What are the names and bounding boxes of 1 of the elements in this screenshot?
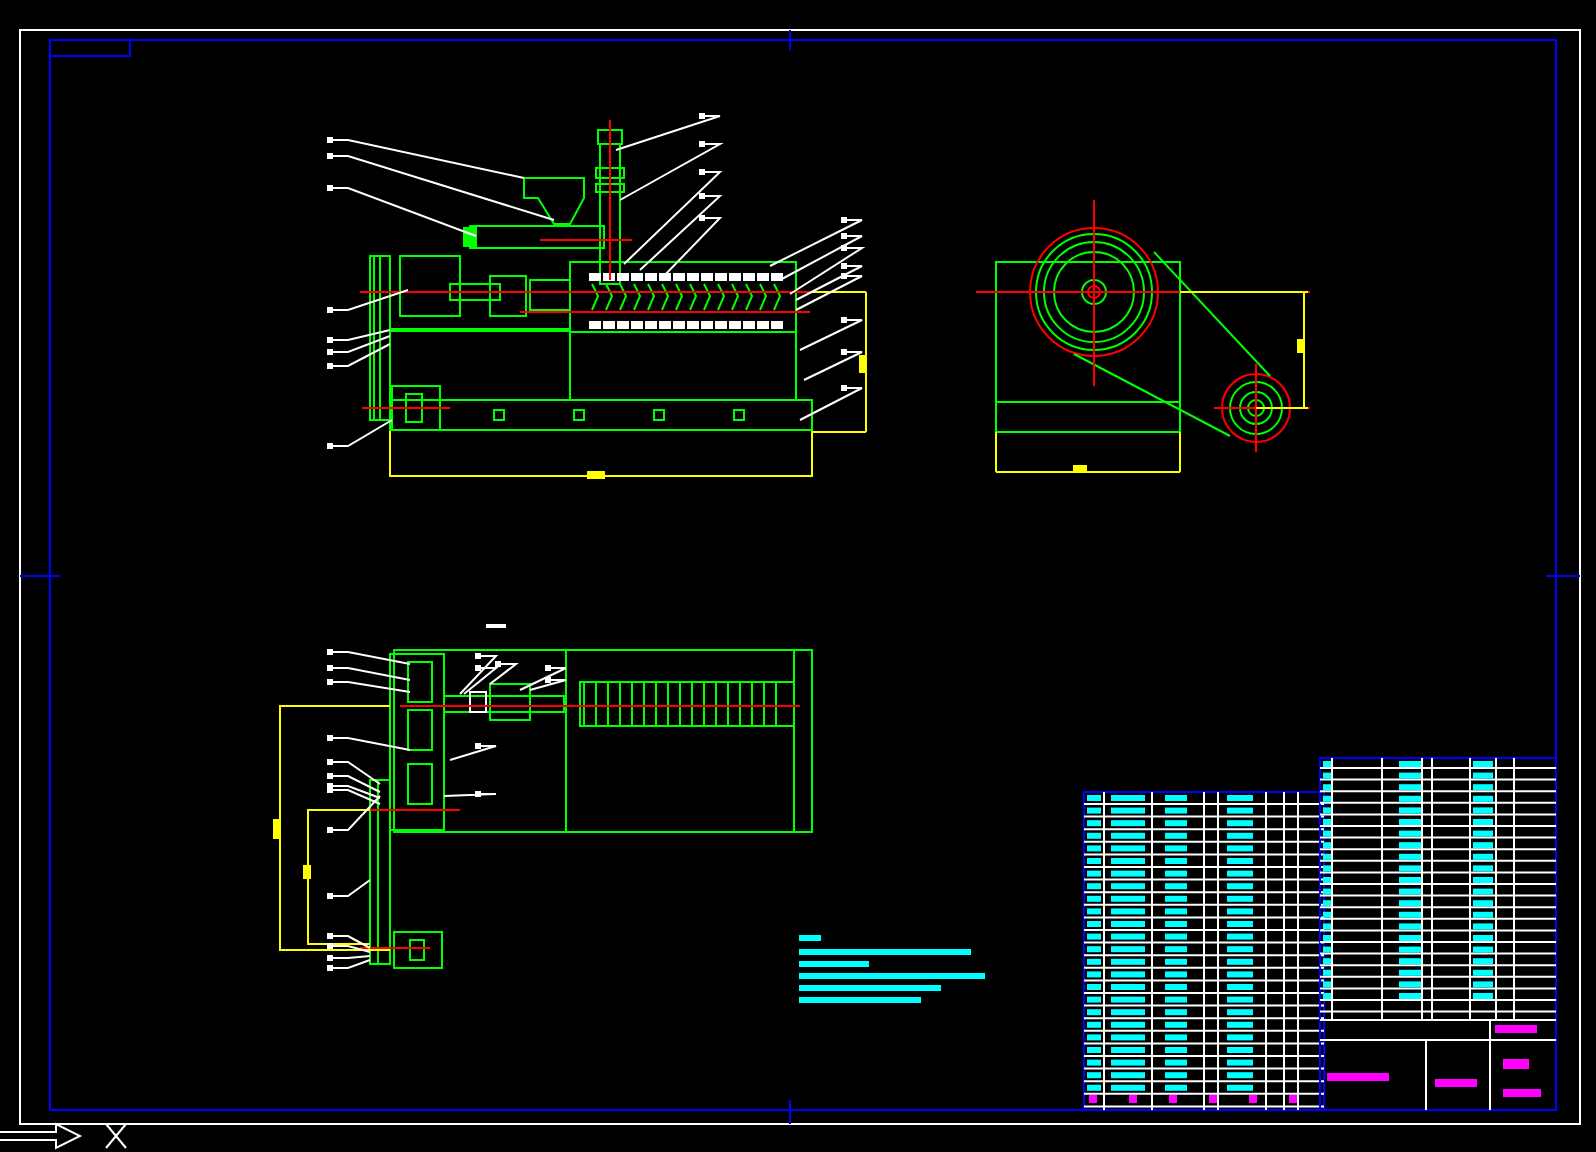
ucs-icon xyxy=(0,1122,127,1150)
